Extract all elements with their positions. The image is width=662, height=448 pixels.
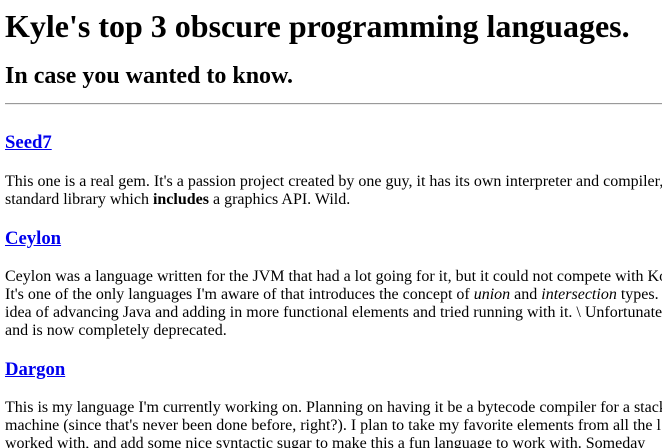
bold-text: includes [152,191,209,208]
text-run: It's one of the only languages I'm aware… [5,286,474,303]
text-run: standard library which [5,191,153,208]
text-run: This one is a real gem. It's a passion p… [5,173,662,190]
paragraph-line: and is now completely deprecated. [5,322,662,340]
text-run: idea of advancing Java and adding in mor… [5,304,662,321]
paragraph-line: worked with, and add some nice syntactic… [5,435,662,448]
link-dargon[interactable]: Dargon [5,359,65,380]
divider [5,103,662,105]
paragraph-dargon: This is my language I'm currently workin… [5,399,662,448]
text-run: Ceylon was a language written for the JV… [5,268,662,285]
paragraph-line: machine (since that's never been done be… [5,417,662,435]
paragraph-line: This is my language I'm currently workin… [5,399,662,417]
paragraph-seed7: This one is a real gem. It's a passion p… [5,173,662,209]
text-run: and is now completely deprecated. [5,322,227,339]
text-run: and [510,286,542,303]
section-title-dargon: Dargon [5,359,65,381]
page-title: Kyle's top 3 obscure programming languag… [5,8,630,44]
italic-text: intersection [541,286,617,303]
paragraph-line: This one is a real gem. It's a passion p… [5,173,662,191]
link-ceylon[interactable]: Ceylon [5,228,61,249]
paragraph-line: standard library which includes a graphi… [5,191,662,209]
paragraph-line: Ceylon was a language written for the JV… [5,268,662,286]
text-run: worked with, and add some nice syntactic… [5,435,646,448]
paragraph-ceylon: Ceylon was a language written for the JV… [5,268,662,340]
page-subtitle: In case you wanted to know. [5,63,294,89]
italic-text: union [473,286,511,303]
link-seed7[interactable]: Seed7 [5,132,52,153]
text-run: This is my language I'm currently workin… [5,399,662,416]
text-run: types. [616,286,659,303]
paragraph-line: It's one of the only languages I'm aware… [5,286,662,304]
text-run: a graphics API. Wild. [208,191,351,208]
section-title-seed7: Seed7 [5,132,52,154]
section-title-ceylon: Ceylon [5,228,61,250]
paragraph-line: idea of advancing Java and adding in mor… [5,304,662,322]
text-run: machine (since that's never been done be… [5,417,661,434]
